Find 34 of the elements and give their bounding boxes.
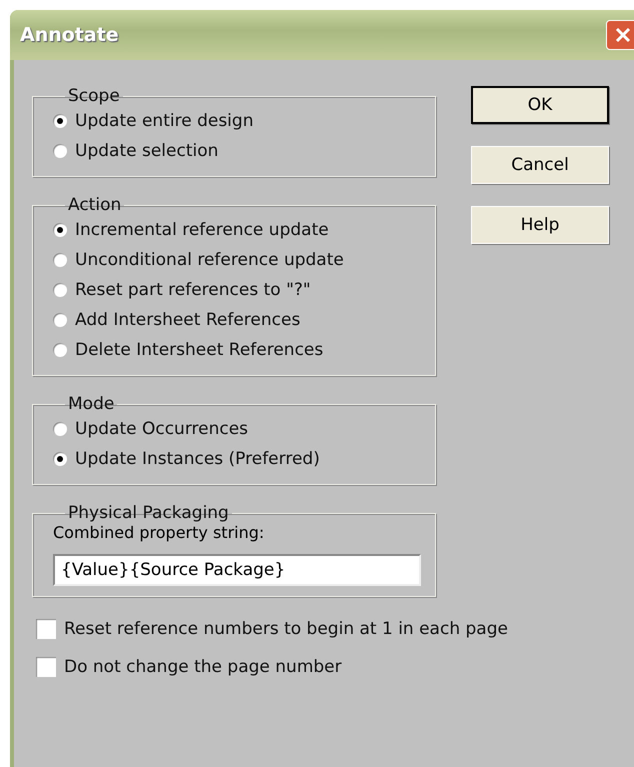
checkbox-label: Reset reference numbers to begin at 1 in each page [64,619,508,639]
radio-button[interactable] [53,422,67,436]
input-field[interactable]: {Value}{Source Package} [53,554,421,586]
checkbox[interactable] [36,657,56,677]
dialog-button[interactable]: Cancel [471,146,609,184]
radio-button[interactable] [53,144,67,158]
group-title: Physical Packaging [67,503,230,523]
radio-button[interactable] [53,223,67,237]
radio-label: Reset part references to "?" [75,280,311,300]
radio-button[interactable] [53,253,67,267]
radio-label: Update Instances (Preferred) [75,449,320,469]
radio-label: Add Intersheet References [75,310,300,330]
radio-label: Unconditional reference update [75,250,344,270]
close-icon [613,25,633,45]
radio-label: Update entire design [75,111,254,131]
window-title: Annotate [20,24,119,46]
checkbox-label: Do not change the page number [64,657,342,677]
radio-button[interactable] [53,283,67,297]
dialog-button[interactable]: Help [471,206,609,244]
field-label: Combined property string: [53,523,266,542]
group-title: Scope [67,86,121,106]
group-title: Mode [67,394,116,414]
radio-button[interactable] [53,313,67,327]
radio-label: Update Occurrences [75,419,248,439]
radio-label: Update selection [75,141,218,161]
checkbox[interactable] [36,619,56,639]
close-button[interactable] [606,20,634,50]
radio-label: Delete Intersheet References [75,340,324,360]
group-title: Action [67,195,122,215]
radio-label: Incremental reference update [75,220,329,240]
radio-button[interactable] [53,343,67,357]
radio-button[interactable] [53,452,67,466]
radio-button[interactable] [53,114,67,128]
dialog-button[interactable]: OK [471,86,609,124]
